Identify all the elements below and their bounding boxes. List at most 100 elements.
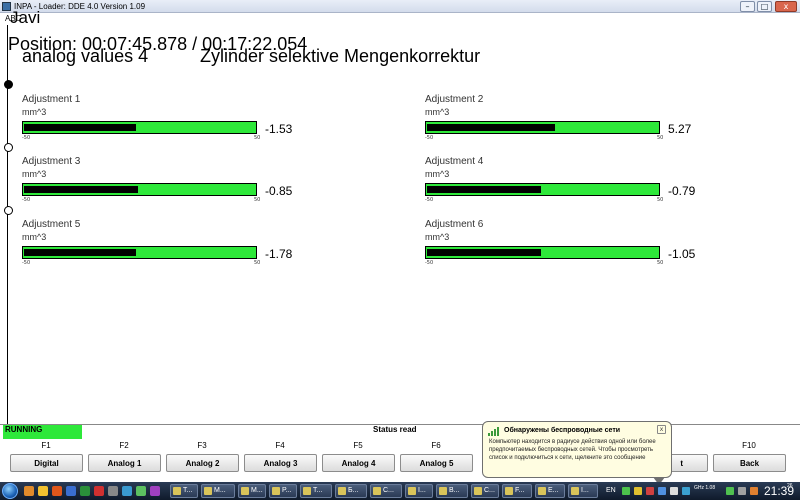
bar-max-label: 50: [657, 135, 664, 141]
tray-app-icon[interactable]: [726, 487, 734, 495]
overlay-position-label: Position: 00:07:45.878 / 00:17:22.054: [8, 34, 308, 54]
bar-min-label: -50: [425, 260, 434, 266]
fkey-label-f1: F1: [41, 441, 51, 450]
taskbar-button[interactable]: M...: [201, 484, 235, 498]
adjustment-value: -0.85: [265, 184, 293, 198]
quicklaunch-app-icon[interactable]: [80, 486, 90, 496]
taskbar-button[interactable]: B...: [436, 484, 468, 498]
radio-row-3[interactable]: [4, 206, 13, 215]
adjustment-unit: mm^3: [22, 169, 47, 179]
adjustment-unit: mm^3: [22, 107, 47, 117]
adjustment-panel: Adjustment 6 mm^3 -50 50 -1.05: [425, 219, 725, 279]
bar-max-label: 50: [254, 260, 261, 266]
quicklaunch-app-icon[interactable]: [94, 486, 104, 496]
taskbar-button[interactable]: Б...: [335, 484, 367, 498]
taskbar-button[interactable]: M...: [238, 484, 266, 498]
balloon-title: Обнаружены беспроводные сети: [504, 427, 621, 434]
adjustment-bar-fill: [24, 124, 136, 131]
bar-min-label: -50: [425, 135, 434, 141]
adjustment-bar: [22, 183, 257, 196]
taskbar-button[interactable]: C...: [471, 484, 499, 498]
adjustment-unit: mm^3: [425, 232, 450, 242]
taskbar-button[interactable]: T...: [170, 484, 198, 498]
tray-app-icon[interactable]: [634, 487, 642, 495]
bar-min-label: -50: [22, 135, 31, 141]
digital-button[interactable]: Digital: [10, 454, 83, 472]
bar-max-label: 50: [254, 135, 261, 141]
start-button[interactable]: [2, 483, 18, 499]
radio-row-1[interactable]: [4, 80, 13, 89]
bar-max-label: 50: [657, 197, 664, 203]
balloon-close-button[interactable]: x: [657, 425, 666, 434]
adjustment-label: Adjustment 3: [22, 156, 81, 167]
quicklaunch-app-icon[interactable]: [150, 486, 160, 496]
quicklaunch-browser-icon[interactable]: [52, 486, 62, 496]
bar-max-label: 50: [657, 260, 664, 266]
fkey-label-f2: F2: [119, 441, 129, 450]
analog-1-button[interactable]: Analog 1: [88, 454, 161, 472]
adjustment-label: Adjustment 6: [425, 219, 484, 230]
quicklaunch-app-icon[interactable]: [108, 486, 118, 496]
adjustment-bar: [425, 246, 660, 259]
adjustment-label: Adjustment 4: [425, 156, 484, 167]
close-button[interactable]: x: [775, 1, 797, 12]
adjustment-panel: Adjustment 1 mm^3 -50 50 -1.53: [22, 94, 322, 154]
window-titlebar[interactable]: INPA - Loader: DDE 4.0 Version 1.09 – □ …: [0, 0, 800, 13]
adjustment-panel: Adjustment 5 mm^3 -50 50 -1.78: [22, 219, 322, 279]
tray-app-icon[interactable]: [658, 487, 666, 495]
analog-3-button[interactable]: Analog 3: [244, 454, 317, 472]
taskbar-button[interactable]: E...: [535, 484, 565, 498]
tray-app-icon[interactable]: [738, 487, 746, 495]
quicklaunch-app-icon[interactable]: [136, 486, 146, 496]
tray-volume-icon[interactable]: [670, 487, 678, 495]
cpu-frequency-label: GHz 1.08: [694, 485, 716, 491]
taskbar-button[interactable]: P...: [269, 484, 297, 498]
adjustment-panel: Adjustment 3 mm^3 -50 50 -0.85: [22, 156, 322, 216]
quicklaunch-app-icon[interactable]: [122, 486, 132, 496]
status-running-badge: RUNNING: [3, 425, 82, 439]
bar-min-label: -50: [22, 197, 31, 203]
fkey-label-f5: F5: [353, 441, 363, 450]
adjustment-value: -0.79: [668, 184, 696, 198]
tray-app-icon[interactable]: [646, 487, 654, 495]
taskbar-button[interactable]: С...: [370, 484, 402, 498]
adjustment-value: -1.05: [668, 247, 696, 261]
taskbar-button[interactable]: T...: [300, 484, 332, 498]
fkey-label-f3: F3: [197, 441, 207, 450]
status-read-label: Status read: [373, 425, 417, 434]
adjustment-unit: mm^3: [425, 107, 450, 117]
quicklaunch-firefox-icon[interactable]: [24, 486, 34, 496]
taskbar-clock-seconds: 26: [787, 483, 793, 489]
maximize-button[interactable]: □: [757, 1, 772, 12]
analog-5-button[interactable]: Analog 5: [400, 454, 473, 472]
minimize-button[interactable]: –: [740, 1, 755, 12]
quicklaunch-app-icon[interactable]: [66, 486, 76, 496]
quicklaunch-folder-icon[interactable]: [38, 486, 48, 496]
tray-network-icon[interactable]: [622, 487, 630, 495]
adjustment-bar: [22, 121, 257, 134]
adjustment-value: 5.27: [668, 122, 692, 136]
wireless-networks-balloon[interactable]: Обнаружены беспроводные сети x Компьютер…: [482, 421, 672, 485]
adjustment-unit: mm^3: [22, 232, 47, 242]
adjustment-label: Adjustment 5: [22, 219, 81, 230]
taskbar-button[interactable]: I...: [568, 484, 598, 498]
tray-app-icon[interactable]: [750, 487, 758, 495]
back-button[interactable]: Back: [713, 454, 786, 472]
adjustment-unit: mm^3: [425, 169, 450, 179]
adjustment-value: -1.53: [265, 122, 293, 136]
tray-app-icon[interactable]: [682, 487, 690, 495]
taskbar-button[interactable]: I...: [405, 484, 433, 498]
analog-4-button[interactable]: Analog 4: [322, 454, 395, 472]
language-indicator[interactable]: EN: [606, 485, 616, 497]
adjustment-bar: [22, 246, 257, 259]
menu-bar: ABC: [0, 13, 800, 25]
analog-2-button[interactable]: Analog 2: [166, 454, 239, 472]
adjustment-bar-fill: [24, 186, 138, 193]
bar-min-label: -50: [22, 260, 31, 266]
fkey-label-f10: F10: [742, 441, 756, 450]
wireless-icon: [488, 427, 499, 436]
radio-row-2[interactable]: [4, 143, 13, 152]
fkey-label-f6: F6: [431, 441, 441, 450]
taskbar-button[interactable]: F...: [502, 484, 532, 498]
adjustment-bar-fill: [427, 249, 541, 256]
